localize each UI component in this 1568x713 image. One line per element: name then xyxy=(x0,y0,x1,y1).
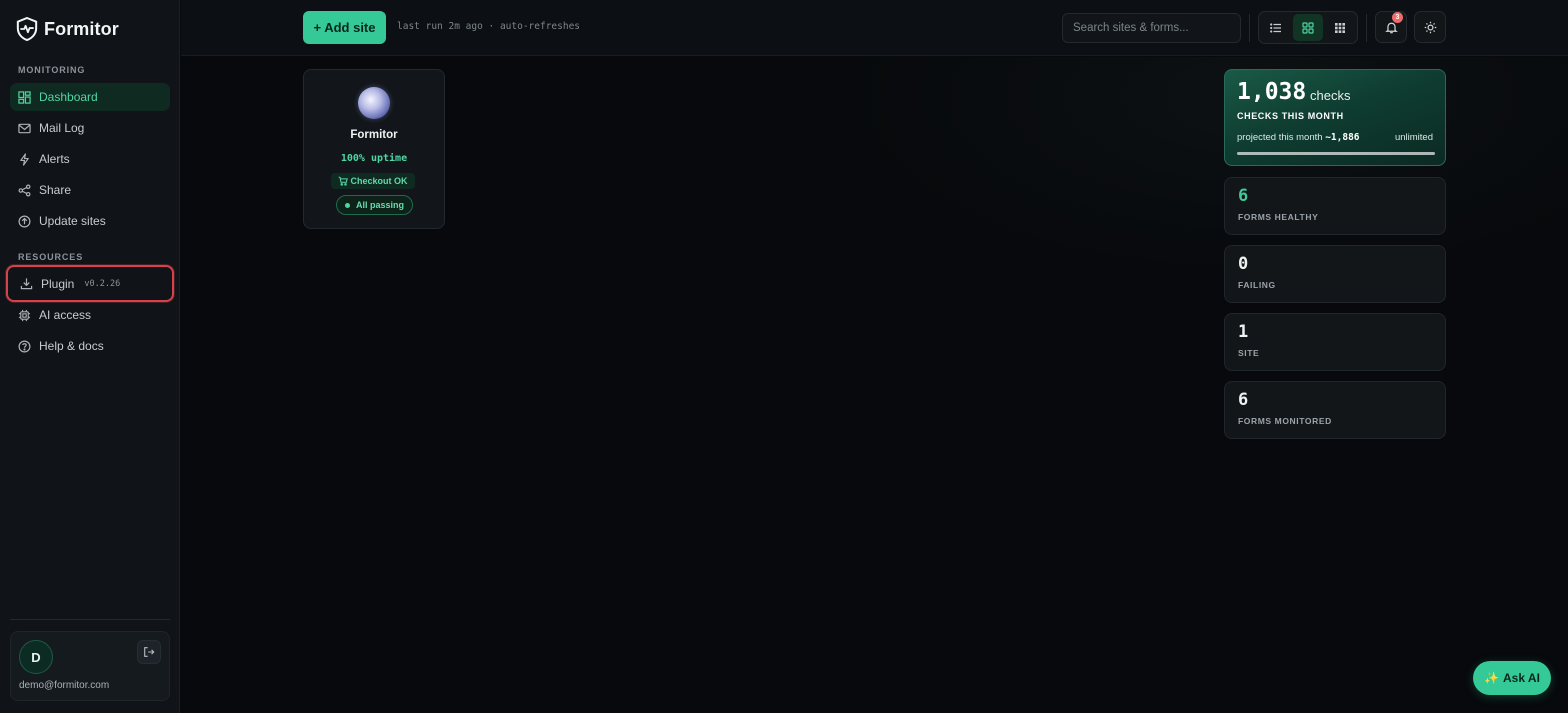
stat-value: 0 xyxy=(1238,254,1249,274)
stat-label: FAILING xyxy=(1238,280,1276,290)
sidebar-item-ai-access[interactable]: AI access xyxy=(10,301,170,329)
site-favicon xyxy=(358,87,390,119)
site-name: Formitor xyxy=(350,129,398,141)
sidebar-item-help-docs[interactable]: Help & docs xyxy=(10,332,170,360)
notifications-button[interactable]: 3 xyxy=(1375,11,1407,43)
brand[interactable]: Formitor xyxy=(16,16,119,42)
sidebar-item-label: Plugin xyxy=(41,276,75,291)
sidebar-item-label: AI access xyxy=(39,308,92,322)
user-email: demo@formitor.com xyxy=(19,680,110,691)
checkout-status-badge: Checkout OK xyxy=(331,173,415,189)
site-uptime: 100% uptime xyxy=(340,153,408,164)
stat-label: SITE xyxy=(1238,348,1260,358)
sidebar-item-label: Help & docs xyxy=(39,339,104,353)
sidebar-item-alerts[interactable]: Alerts xyxy=(10,145,170,173)
grid-view-button[interactable] xyxy=(1293,14,1323,41)
cart-icon xyxy=(339,176,349,186)
sidebar-item-plugin[interactable]: Plugin v0.2.26 xyxy=(6,265,174,302)
logo-icon xyxy=(16,17,38,41)
failing-card: 0 FAILING xyxy=(1224,245,1446,303)
sidebar-item-update-sites[interactable]: Update sites xyxy=(10,207,170,235)
help-icon xyxy=(18,340,31,352)
forms-monitored-card: 6 FORMS MONITORED xyxy=(1224,381,1446,439)
list-icon xyxy=(1270,22,1281,33)
checks-unit: checks xyxy=(1310,88,1351,103)
projected-value: ~1,886 xyxy=(1325,132,1360,143)
add-site-button[interactable]: + Add site xyxy=(303,11,386,44)
avatar[interactable]: D xyxy=(19,640,53,674)
site-count-card: 1 SITE xyxy=(1224,313,1446,371)
toolbar-divider xyxy=(1249,14,1250,42)
sidebar-item-label: Mail Log xyxy=(39,121,85,135)
sidebar-item-share[interactable]: Share xyxy=(10,176,170,204)
logout-button[interactable] xyxy=(137,640,161,664)
checkout-status-label: Checkout OK xyxy=(350,176,408,186)
last-run-status: last run 2m ago · auto-refreshes xyxy=(397,21,581,32)
stat-value: 1 xyxy=(1238,322,1249,342)
checks-count: 1,038 xyxy=(1237,79,1307,105)
sidebar-item-label: Alerts xyxy=(39,152,70,166)
chip-icon xyxy=(18,309,31,321)
projected-prefix: projected this month xyxy=(1237,132,1323,143)
grid-icon xyxy=(1302,21,1314,34)
status-dot-icon xyxy=(344,202,350,208)
compact-grid-view-button[interactable] xyxy=(1325,14,1355,41)
ask-ai-label: Ask AI xyxy=(1503,671,1540,685)
sidebar-item-mail-log[interactable]: Mail Log xyxy=(10,114,170,142)
usage-progress-fill xyxy=(1237,152,1435,155)
monitoring-section-label: MONITORING xyxy=(18,65,86,75)
passing-status-label: All passing xyxy=(355,200,404,210)
stat-value: 6 xyxy=(1238,390,1249,410)
site-card[interactable]: Formitor 100% uptime Checkout OK All pas… xyxy=(303,69,445,229)
search-input[interactable] xyxy=(1062,13,1241,43)
sidebar: Formitor MONITORING Dashboard Mail Log A… xyxy=(0,0,180,713)
upload-circle-icon xyxy=(18,215,31,227)
plugin-version: v0.2.26 xyxy=(84,278,121,289)
sun-icon xyxy=(1424,21,1436,33)
logout-icon xyxy=(144,647,155,657)
mail-icon xyxy=(18,123,31,133)
share-icon xyxy=(18,184,31,196)
stat-label: FORMS HEALTHY xyxy=(1238,212,1319,222)
passing-status-badge: All passing xyxy=(336,195,413,215)
stat-label: FORMS MONITORED xyxy=(1238,416,1332,426)
sparkle-icon: ✨ xyxy=(1484,671,1500,685)
sidebar-item-label: Update sites xyxy=(39,214,106,228)
plan-limit: unlimited xyxy=(1394,132,1433,143)
forms-healthy-card: 6 FORMS HEALTHY xyxy=(1224,177,1446,235)
dashboard-icon xyxy=(18,90,31,104)
projected-checks: projected this month ~1,886 xyxy=(1237,132,1360,143)
sidebar-item-label: Dashboard xyxy=(39,90,98,104)
usage-progress-bar xyxy=(1237,152,1435,155)
checks-this-month-card: 1,038 checks CHECKS THIS MONTH projected… xyxy=(1224,69,1446,166)
toolbar-divider xyxy=(1366,14,1367,42)
resources-section-label: RESOURCES xyxy=(18,252,84,262)
stat-value: 6 xyxy=(1238,186,1249,206)
view-toggle-group xyxy=(1258,11,1358,44)
checks-label: CHECKS THIS MONTH xyxy=(1237,111,1344,121)
user-card: D demo@formitor.com xyxy=(10,631,170,701)
brand-name: Formitor xyxy=(44,18,119,39)
sidebar-item-label: Share xyxy=(39,183,72,197)
sidebar-item-dashboard[interactable]: Dashboard xyxy=(10,83,170,111)
list-view-button[interactable] xyxy=(1261,14,1291,41)
sidebar-divider xyxy=(10,619,170,620)
download-icon xyxy=(20,278,33,290)
ask-ai-button[interactable]: ✨ Ask AI xyxy=(1473,661,1551,695)
notification-badge: 3 xyxy=(1392,12,1403,23)
lightning-icon xyxy=(20,152,29,166)
theme-toggle-button[interactable] xyxy=(1414,11,1446,43)
topbar: + Add site last run 2m ago · auto-refres… xyxy=(181,0,1568,56)
compact-grid-icon xyxy=(1335,22,1345,33)
